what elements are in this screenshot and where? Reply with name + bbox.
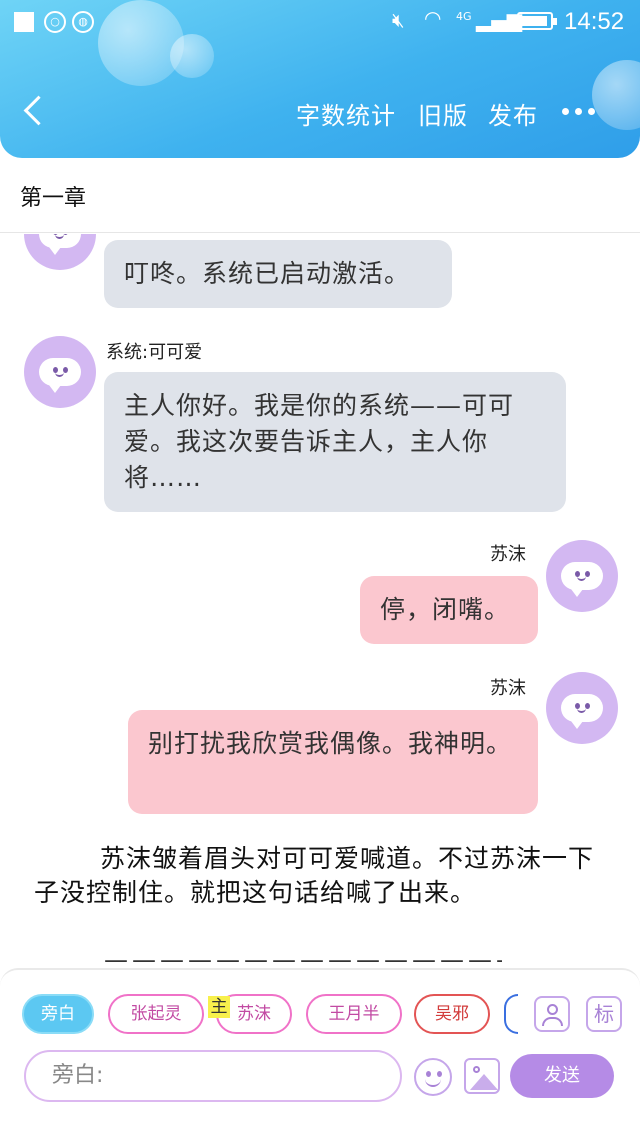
chapter-title[interactable]: 第一章 xyxy=(20,180,86,212)
role-chip-zhangqiling[interactable]: 张起灵 xyxy=(108,994,204,1034)
network-type: 4G xyxy=(456,10,472,23)
main-character-badge: 主 xyxy=(208,996,230,1018)
speaker-name: 苏沫 xyxy=(490,544,526,565)
status-time: 14:52 xyxy=(564,8,625,35)
battery-icon xyxy=(517,12,557,30)
notification-icon xyxy=(14,12,34,32)
more-dot-icon xyxy=(562,108,569,115)
narration-text[interactable]: 苏沫皱着眉头对可可爱喊道。不过苏沫一下子没控制住。就把这句话给喊了出来。 xyxy=(34,842,606,910)
add-character-button[interactable] xyxy=(534,996,570,1032)
globe-icon: ◍ xyxy=(72,11,94,33)
word-count-button[interactable]: 字数统计 xyxy=(296,96,396,131)
smiley-icon xyxy=(426,1071,431,1077)
role-chip-wangyueban[interactable]: 王月半 xyxy=(306,994,402,1034)
message-bubble[interactable]: 别打扰我欣赏我偶像。我神明。 xyxy=(128,710,538,814)
send-button[interactable]: 发送 xyxy=(510,1054,614,1098)
divider xyxy=(0,232,640,233)
publish-button[interactable]: 发布 xyxy=(488,96,538,131)
mute-icon: 🔇︎ xyxy=(392,8,405,32)
old-version-button[interactable]: 旧版 xyxy=(418,96,468,131)
person-icon xyxy=(547,1004,558,1015)
mark-button[interactable]: 标 xyxy=(586,996,622,1032)
more-menu-button[interactable] xyxy=(560,108,600,118)
status-bar: ○ ◍ 🔇︎ ◠ 4G ▂▄▆ 14:52 xyxy=(0,0,640,44)
app-header: ○ ◍ 🔇︎ ◠ 4G ▂▄▆ 14:52 字数统计 旧版 发布 xyxy=(0,0,640,158)
message-bubble[interactable]: 叮咚。系统已启动激活。 xyxy=(104,240,452,308)
character-avatar[interactable] xyxy=(24,336,96,408)
decor-bubble xyxy=(592,60,640,130)
signal-icon: ▂▄▆ xyxy=(476,8,523,32)
image-button[interactable] xyxy=(464,1058,500,1094)
image-icon xyxy=(473,1066,480,1073)
character-avatar[interactable] xyxy=(546,540,618,612)
speaker-name: 系统:可可爱 xyxy=(106,342,203,363)
role-chip-wuxie[interactable]: 吴邪 xyxy=(414,994,490,1034)
role-chip-partial[interactable] xyxy=(504,994,518,1034)
search-icon: ○ xyxy=(44,11,66,33)
wifi-icon: ◠ xyxy=(424,6,442,30)
more-dot-icon xyxy=(588,108,595,115)
character-avatar[interactable] xyxy=(546,672,618,744)
message-bubble[interactable]: 停，闭嘴。 xyxy=(360,576,538,644)
role-chip-narration[interactable]: 旁白 xyxy=(22,994,94,1034)
divider-dashes: —————————————————— xyxy=(104,946,502,966)
emoji-button[interactable] xyxy=(414,1058,452,1096)
back-button[interactable] xyxy=(20,90,50,130)
more-dot-icon xyxy=(575,108,582,115)
speaker-name: 苏沫 xyxy=(490,678,526,699)
message-input[interactable]: 旁白: xyxy=(24,1050,402,1102)
message-bubble[interactable]: 主人你好。我是你的系统——可可爱。我这次要告诉主人，主人你将…… xyxy=(104,372,566,512)
